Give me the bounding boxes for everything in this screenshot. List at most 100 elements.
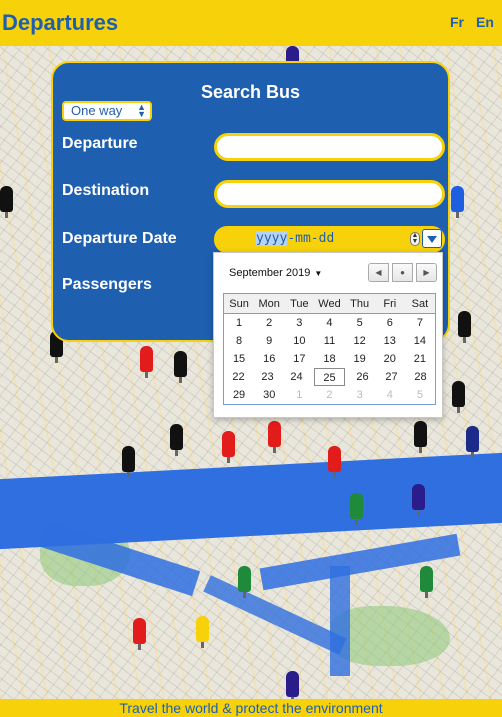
weekday-header: Sun Mon Tue Wed Thu Fri Sat <box>224 294 435 314</box>
calendar-day[interactable]: 22 <box>224 368 253 386</box>
select-arrows-icon: ▲ ▼ <box>137 102 146 119</box>
map-pin[interactable] <box>466 426 479 458</box>
calendar-day[interactable]: 25 <box>314 368 345 386</box>
calendar-day-next-month[interactable]: 2 <box>314 386 344 404</box>
map-pin[interactable] <box>286 671 299 701</box>
footer-tagline: Travel the world & protect the environme… <box>119 700 383 716</box>
calendar-day[interactable]: 3 <box>284 314 314 332</box>
calendar-day-next-month[interactable]: 5 <box>405 386 435 404</box>
language-french-link[interactable]: Fr <box>450 14 464 30</box>
calendar-day[interactable]: 29 <box>224 386 254 404</box>
calendar-day-next-month[interactable]: 3 <box>345 386 375 404</box>
map-pin[interactable] <box>222 431 235 463</box>
calendar-week-row: 29 30 1 2 3 4 5 <box>224 386 435 404</box>
calendar-days: 1 2 3 4 5 6 7 8 9 10 11 12 13 14 15 16 17 18 19 20 21 22 23 24 2… <box>224 314 435 404</box>
weekday-label: Mon <box>258 298 280 310</box>
calendar-day[interactable]: 16 <box>254 350 284 368</box>
passengers-label: Passengers <box>62 276 152 293</box>
calendar-day[interactable]: 5 <box>345 314 375 332</box>
map-pin[interactable] <box>452 381 465 413</box>
map-pin[interactable] <box>414 421 427 453</box>
map-canal <box>330 566 350 676</box>
map-pin[interactable] <box>0 186 13 218</box>
map-pin[interactable] <box>174 351 187 383</box>
map-pin[interactable] <box>328 446 341 478</box>
calendar-day[interactable]: 30 <box>254 386 284 404</box>
today-button[interactable]: ● <box>392 263 413 282</box>
date-spinner-icon[interactable]: ▲ ▼ <box>410 232 420 246</box>
map-pin[interactable] <box>420 566 433 598</box>
calendar-day[interactable]: 19 <box>345 350 375 368</box>
date-year-segment[interactable]: yyyy <box>256 231 288 246</box>
calendar-day[interactable]: 20 <box>375 350 405 368</box>
app-footer: Travel the world & protect the environme… <box>0 699 502 717</box>
calendar-week-row: 8 9 10 11 12 13 14 <box>224 332 435 350</box>
calendar-day[interactable]: 15 <box>224 350 254 368</box>
search-panel-title: Search Bus <box>200 82 301 102</box>
calendar-week-row: 22 23 24 25 26 27 28 <box>224 368 435 386</box>
chevron-down-icon: ▼ <box>314 269 323 278</box>
calendar-day[interactable]: 13 <box>375 332 405 350</box>
calendar-day[interactable]: 6 <box>375 314 405 332</box>
destination-label: Destination <box>62 182 150 199</box>
departure-date-label: Departure Date <box>62 230 177 247</box>
calendar-day[interactable]: 14 <box>405 332 435 350</box>
map-pin[interactable] <box>122 446 135 478</box>
calendar-day[interactable]: 4 <box>314 314 344 332</box>
weekday-label: Sat <box>411 298 429 310</box>
calendar-day[interactable]: 12 <box>345 332 375 350</box>
trip-type-value: One way <box>71 103 123 118</box>
map-pin[interactable] <box>238 566 251 598</box>
destination-input[interactable] <box>214 180 445 208</box>
calendar-day[interactable]: 18 <box>314 350 344 368</box>
weekday-label: Tue <box>290 298 309 310</box>
trip-type-select[interactable]: One way ▲ ▼ <box>62 101 152 121</box>
weekday-label: Sun <box>229 298 249 310</box>
calendar-day[interactable]: 1 <box>224 314 254 332</box>
calendar-dropdown-button[interactable] <box>422 229 442 248</box>
calendar-grid: Sun Mon Tue Wed Thu Fri Sat 1 2 3 4 5 6 7 8 9 10 11 12 13 1… <box>223 293 436 405</box>
weekday-label: Thu <box>350 298 370 310</box>
previous-month-button[interactable]: ◀ <box>368 263 389 282</box>
calendar-day[interactable]: 28 <box>406 368 435 386</box>
date-picker-popup: September 2019 ▼ ◀ ● ▶ Sun Mon Tue Wed Thu Fri… <box>213 252 443 418</box>
weekday-label: Fri <box>383 298 397 310</box>
calendar-day-next-month[interactable]: 1 <box>284 386 314 404</box>
map-pin[interactable] <box>140 346 153 378</box>
departure-label: Departure <box>62 135 138 152</box>
calendar-day[interactable]: 26 <box>348 368 377 386</box>
map-pin[interactable] <box>268 421 281 453</box>
map-pin[interactable] <box>412 484 425 516</box>
map-pin[interactable] <box>458 311 471 343</box>
map-pin[interactable] <box>196 616 209 648</box>
calendar-day[interactable]: 10 <box>284 332 314 350</box>
calendar-week-row: 1234567 <box>224 314 435 332</box>
weekday-label: Wed <box>318 298 341 310</box>
departure-date-input[interactable]: yyyy-mm-dd ▲ ▼ <box>214 226 445 253</box>
date-month-day-segment[interactable]: -mm-dd <box>287 231 334 246</box>
app-header: Departures Fr En <box>0 0 502 46</box>
map-pin[interactable] <box>350 493 363 525</box>
language-english-link[interactable]: En <box>476 14 494 30</box>
departure-input[interactable] <box>214 133 445 161</box>
date-placeholder: yyyy-mm-dd <box>256 231 334 246</box>
calendar-day[interactable]: 24 <box>282 368 311 386</box>
calendar-week-row: 15 16 17 18 19 20 21 <box>224 350 435 368</box>
page-title: Departures <box>2 10 119 35</box>
map-pin[interactable] <box>133 618 146 650</box>
map-pin[interactable] <box>170 424 183 456</box>
next-month-button[interactable]: ▶ <box>416 263 437 282</box>
month-year-label: September 2019 <box>229 267 311 279</box>
calendar-day[interactable]: 8 <box>224 332 254 350</box>
calendar-day[interactable]: 27 <box>377 368 406 386</box>
map-pin[interactable] <box>451 186 464 218</box>
calendar-day[interactable]: 7 <box>405 314 435 332</box>
calendar-day[interactable]: 2 <box>254 314 284 332</box>
calendar-day-next-month[interactable]: 4 <box>375 386 405 404</box>
month-year-selector[interactable]: September 2019 ▼ <box>229 267 322 279</box>
calendar-day[interactable]: 23 <box>253 368 282 386</box>
calendar-day[interactable]: 11 <box>314 332 344 350</box>
calendar-day[interactable]: 17 <box>284 350 314 368</box>
calendar-day[interactable]: 9 <box>254 332 284 350</box>
calendar-day[interactable]: 21 <box>405 350 435 368</box>
